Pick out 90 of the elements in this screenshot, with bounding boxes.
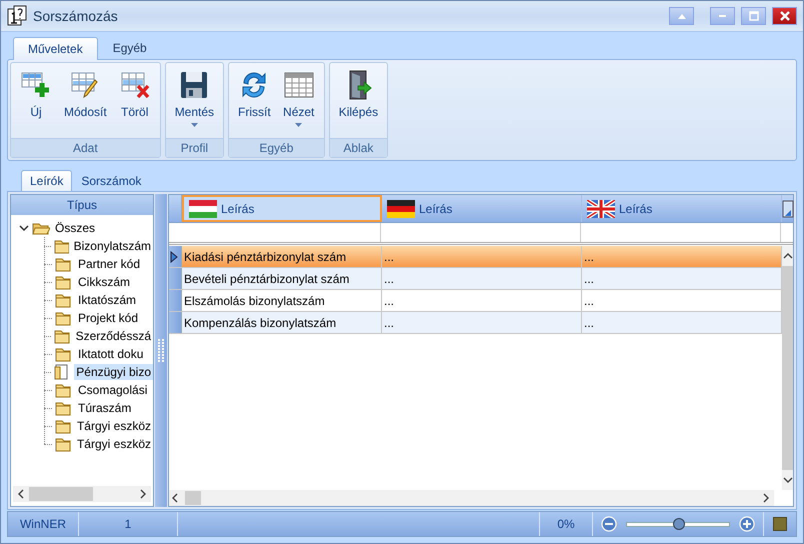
maximize-icon [748, 10, 760, 22]
folder-icon [55, 400, 73, 416]
folder-icon [55, 256, 73, 272]
column-header: Típus [11, 195, 153, 215]
folder-icon [55, 274, 73, 290]
table-cell[interactable]: ... [382, 246, 582, 267]
scroll-up-icon[interactable] [782, 252, 792, 260]
splitter-grip-icon[interactable] [157, 338, 165, 362]
tab[interactable]: Sorszámok [72, 170, 150, 191]
tree-item[interactable]: Szerződésszá [74, 328, 153, 344]
table-cell[interactable]: ... [582, 312, 782, 333]
close-icon [778, 10, 790, 22]
ribbon-collapse-button[interactable] [669, 7, 694, 25]
tree-item[interactable]: Tárgyi eszköz [74, 418, 153, 434]
table-cell[interactable]: ... [582, 268, 782, 289]
tree-item[interactable]: Túraszám [76, 400, 134, 416]
tree-item[interactable]: Csomagolási [76, 382, 150, 398]
table-cell[interactable]: ... [382, 312, 582, 333]
zoom-out-icon[interactable] [601, 516, 617, 532]
zoom-in-icon[interactable] [739, 516, 755, 532]
tree-item[interactable]: Tárgyi eszköz [74, 436, 153, 452]
tree-item[interactable]: Bizonylatszám [72, 238, 153, 254]
ribbon-button[interactable]: Módosít [58, 67, 113, 138]
table-cell[interactable]: ... [382, 268, 582, 289]
folder-icon [55, 382, 73, 398]
folder-icon [54, 436, 72, 452]
horizontal-scrollbar[interactable] [13, 486, 151, 502]
ribbon-tab[interactable]: Egyéb [98, 36, 162, 59]
close-button[interactable] [772, 7, 797, 25]
column-header[interactable]: Leírás [182, 195, 382, 222]
minimize-icon [719, 15, 726, 17]
current-row-icon [169, 250, 179, 264]
app-icon [7, 5, 27, 27]
ribbon-button[interactable]: Mentés [168, 67, 220, 138]
tree-item[interactable]: Cikkszám [76, 274, 132, 290]
group-label: Ablak [342, 141, 374, 155]
square-icon[interactable] [773, 517, 787, 531]
status-text: WinNER [20, 517, 66, 531]
scroll-thumb[interactable] [185, 491, 201, 505]
vertical-scrollbar[interactable] [782, 246, 793, 490]
folder-icon [55, 310, 73, 326]
status-count: 1 [124, 517, 132, 531]
tree-item[interactable]: Partner kód [76, 256, 142, 272]
maximize-button[interactable] [741, 7, 766, 25]
caret-icon [295, 123, 302, 127]
group-label: Profil [180, 141, 210, 155]
folder-icon [55, 346, 73, 362]
scroll-left-icon[interactable] [17, 489, 25, 499]
british-flag-icon [587, 200, 615, 218]
ribbon-button[interactable]: Frissít [232, 67, 277, 138]
tree-item[interactable]: Iktatott doku [76, 346, 146, 362]
ribbon-tab[interactable]: Műveletek [13, 37, 98, 60]
column-header[interactable]: Leírás [582, 195, 782, 222]
folder-icon [54, 418, 72, 434]
table-cell[interactable]: Kiadási pénztárbizonylat szám [182, 246, 382, 267]
tree-item[interactable]: Összes [53, 220, 98, 236]
table-cell[interactable]: Elszámolás bizonylatszám [182, 290, 382, 311]
scroll-right-icon[interactable] [139, 489, 147, 499]
column-header[interactable]: Leírás [382, 195, 582, 222]
group-label: Adat [72, 141, 99, 155]
ribbon-button[interactable]: Töröl [112, 67, 157, 138]
zoom-percent: 0% [557, 517, 575, 531]
minimize-button[interactable] [710, 7, 735, 25]
tree-item[interactable]: Iktatószám [76, 292, 138, 308]
window-title: Sorszámozás [33, 8, 119, 24]
tree-item[interactable]: Pénzügyi bizo [74, 364, 153, 380]
horizontal-scrollbar[interactable] [169, 490, 774, 506]
ribbon-button[interactable]: Kilépés [332, 67, 384, 138]
scroll-right-icon[interactable] [762, 493, 770, 503]
table-cell[interactable]: ... [582, 246, 782, 267]
tab[interactable]: Leírók [21, 170, 72, 191]
scroll-thumb[interactable] [29, 487, 93, 501]
folder-icon [55, 292, 73, 308]
collapse-icon[interactable] [19, 223, 29, 233]
scroll-down-icon[interactable] [782, 476, 792, 484]
scroll-left-icon[interactable] [171, 493, 179, 503]
table-cell[interactable]: Bevételi pénztárbizonylat szám [182, 268, 382, 289]
table-cell[interactable]: Kompenzálás bizonylatszám [182, 312, 382, 333]
caret-icon [190, 123, 198, 127]
group-label: Egyéb [258, 141, 294, 155]
folder-icon [54, 238, 69, 254]
hungarian-flag-icon [189, 200, 217, 218]
german-flag-icon [387, 200, 415, 218]
row-header[interactable] [169, 246, 182, 267]
flag-icon [782, 200, 794, 218]
table-cell[interactable]: ... [382, 290, 582, 311]
folder-icon [54, 328, 71, 344]
ribbon-button[interactable]: Új [14, 67, 58, 138]
ribbon-button[interactable]: Nézet [276, 67, 321, 138]
tree-item[interactable]: Projekt kód [76, 310, 140, 326]
